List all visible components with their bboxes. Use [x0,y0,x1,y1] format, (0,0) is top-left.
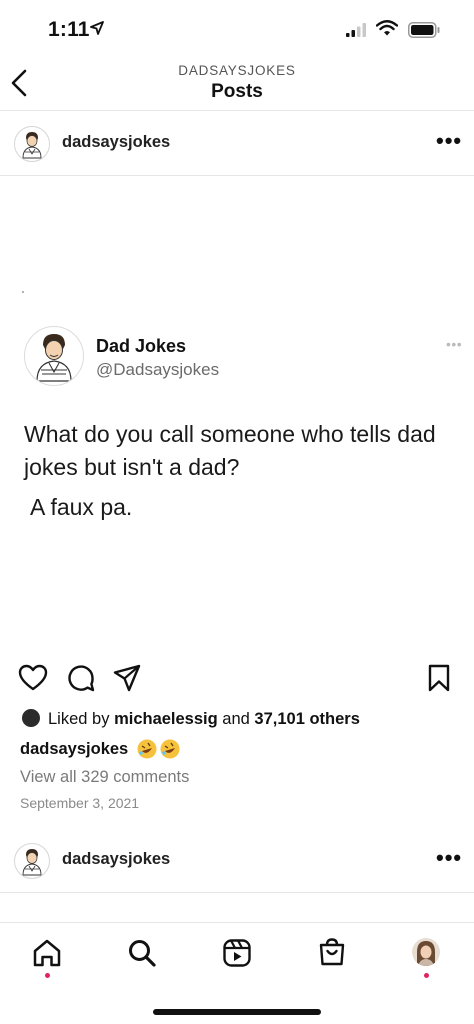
header-account-name: DADSAYSJOKES [178,63,296,78]
likes-summary[interactable]: Liked by michaelessig and 37,101 others [48,710,360,729]
rofl-emoji-icon [160,739,180,759]
location-arrow-icon [90,21,104,35]
signal-icon [346,23,366,37]
home-icon[interactable] [32,938,62,968]
reels-icon[interactable] [222,938,252,968]
battery-icon [408,22,440,38]
shop-icon[interactable] [317,937,347,967]
search-icon[interactable] [127,938,157,968]
post-header-divider [0,175,474,176]
tweet-answer: A faux pa. [30,494,133,520]
post-username[interactable]: dadsaysjokes [62,133,170,152]
next-post-author-avatar[interactable] [14,843,50,879]
image-speck [22,291,24,293]
bottom-nav-divider [0,922,474,923]
likes-count[interactable]: 37,101 others [254,710,359,728]
tweet-text: What do you call someone who tells dad j… [24,421,436,480]
share-icon[interactable] [112,663,142,693]
post-date: September 3, 2021 [20,795,140,811]
home-indicator [153,1009,321,1015]
dad-cartoon-icon [36,334,72,382]
bookmark-icon[interactable] [424,663,454,693]
rofl-emoji-icon [137,739,157,759]
status-time: 1:11 [48,18,90,41]
tweet-handle: @Dadsaysjokes [96,360,220,379]
page-title: Posts [211,81,263,102]
next-post-username[interactable]: dadsaysjokes [62,850,170,869]
tweet-author-avatar [24,326,84,386]
comment-icon[interactable] [66,663,96,693]
header-divider [0,110,474,111]
dad-cartoon-icon [22,849,42,876]
tweet-more-dots: ••• [446,336,463,352]
likes-prefix: Liked by [48,710,110,728]
tweet-display-name: Dad Jokes [96,336,187,356]
likes-middle: and [222,710,250,728]
post-more-options[interactable]: ••• [436,128,462,154]
view-all-comments-link[interactable]: View all 329 comments [20,768,189,787]
wifi-icon [376,20,398,36]
dad-cartoon-icon [22,132,42,159]
next-post-more-options[interactable]: ••• [436,845,462,871]
post-author-avatar[interactable] [14,126,50,162]
home-notification-dot [45,973,50,978]
caption-username[interactable]: dadsaysjokes [20,740,128,759]
profile-photo-icon [417,941,435,966]
profile-notification-dot [424,973,429,978]
next-post-divider [0,892,474,893]
liker-avatar[interactable] [22,709,40,727]
likes-user[interactable]: michaelessig [114,710,218,728]
heart-icon[interactable] [18,663,48,693]
profile-avatar[interactable] [412,938,440,966]
